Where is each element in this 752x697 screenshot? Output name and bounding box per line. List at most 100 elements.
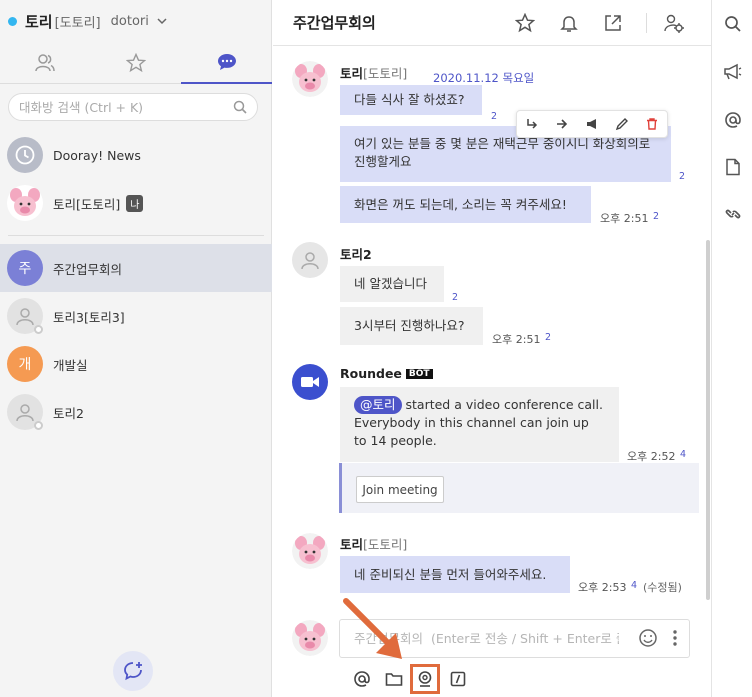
search-icon[interactable] [722, 13, 744, 35]
message-time: 오후 2:53 [578, 581, 627, 594]
link-icon[interactable] [722, 203, 744, 225]
message-sender: 토리[도토리] [340, 66, 408, 81]
room-label: 토리3[토리3] [53, 309, 125, 325]
meeting-card: Join meeting [339, 463, 699, 513]
default-user-avatar [7, 298, 43, 334]
favorite-star-icon[interactable] [514, 12, 536, 34]
offline-status-dot [34, 421, 43, 430]
message-bubble[interactable]: 네 알겠습니다 [340, 266, 444, 302]
announce-icon[interactable] [583, 115, 601, 133]
message-time: 오후 2:51 [492, 333, 541, 346]
video-camera-icon [301, 377, 319, 387]
join-meeting-button[interactable]: Join meeting [356, 476, 444, 503]
reply-icon[interactable] [523, 115, 541, 133]
room-item-weekly-meeting[interactable]: 주 주간업무회의 [0, 244, 272, 292]
popout-icon[interactable] [602, 12, 624, 34]
message-bubble[interactable]: 다들 식사 잘 하셨죠? [340, 85, 482, 115]
new-chat-icon [124, 662, 142, 681]
online-status-dot [8, 16, 17, 26]
unread-count: 2 [452, 292, 459, 303]
mention-tag[interactable]: @토리 [354, 396, 402, 414]
tab-chats[interactable] [181, 42, 273, 84]
star-icon [126, 52, 146, 72]
me-badge: 나 [126, 194, 144, 212]
default-user-avatar [7, 394, 43, 430]
offline-status-dot [34, 325, 43, 334]
room-initial-avatar: 개 [7, 346, 43, 382]
tab-favorites[interactable] [90, 42, 182, 84]
more-vertical-icon[interactable] [664, 627, 686, 649]
room-label: Dooray! News [53, 147, 141, 163]
roundee-bot-avatar[interactable] [292, 364, 328, 400]
message-sender: Roundee BOT [340, 366, 433, 381]
room-label: 토리2 [53, 405, 84, 421]
room-item-tori3[interactable]: 토리3[토리3] [0, 292, 272, 340]
delete-trash-icon[interactable] [643, 115, 661, 133]
my-avatar [292, 620, 328, 656]
message-bubble[interactable]: 3시부터 진행하나요? [340, 307, 483, 345]
unread-count: 2 [491, 111, 498, 122]
slash-command-icon[interactable] [447, 668, 469, 690]
emoji-icon[interactable] [637, 627, 659, 649]
room-item-dooray-news[interactable]: Dooray! News [0, 131, 272, 179]
forward-icon[interactable] [553, 115, 571, 133]
clock-icon [7, 137, 43, 173]
message-action-bar [516, 110, 668, 138]
header-separator [646, 13, 647, 33]
sidebar: 토리 [도토리] dotori Dooray! News [0, 0, 273, 697]
member-settings-icon[interactable] [663, 12, 685, 34]
chat-panel: 주간업무회의 토리[도토리] 2020.11.12 목요일 다들 식사 잘 하셨… [273, 0, 711, 697]
sidebar-divider [8, 235, 264, 236]
unread-count: 2 [679, 171, 686, 182]
new-chat-button[interactable] [113, 651, 153, 691]
room-item-dev[interactable]: 개 개발실 [0, 340, 272, 388]
default-user-avatar[interactable] [292, 242, 328, 278]
room-initial-avatar: 주 [7, 250, 43, 286]
room-search[interactable] [8, 93, 258, 121]
unread-count: 4 [631, 580, 638, 591]
date-tooltip: 2020.11.12 목요일 [428, 70, 540, 86]
tab-members[interactable] [0, 42, 91, 84]
user-id: dotori [110, 13, 149, 29]
room-label: 개발실 [53, 357, 88, 373]
edit-pencil-icon[interactable] [613, 115, 631, 133]
folder-icon[interactable] [383, 668, 405, 690]
piglet-avatar [7, 185, 43, 221]
message-time: 오후 2:52 [627, 450, 676, 463]
room-item-self[interactable]: 토리[도토리] 나 [0, 179, 272, 227]
user-tag: [도토리] [54, 15, 101, 31]
piglet-avatar[interactable] [292, 533, 328, 569]
file-icon[interactable] [722, 156, 744, 178]
chevron-down-icon[interactable] [157, 16, 167, 26]
bell-icon[interactable] [558, 12, 580, 34]
unread-count: 2 [653, 211, 660, 222]
search-icon [233, 100, 247, 114]
user-status-header[interactable]: 토리 [도토리] dotori [0, 0, 272, 42]
sidebar-tabs [0, 42, 273, 84]
mention-at-icon[interactable] [351, 668, 373, 690]
piglet-avatar[interactable] [292, 61, 328, 97]
message-sender: 토리2 [340, 247, 372, 262]
message-bubble[interactable]: 화면은 꺼도 되는데, 소리는 꼭 켜주세요! [340, 186, 591, 223]
chat-bubble-icon [217, 54, 236, 70]
bot-message-bubble[interactable]: @토리 started a video conference call. Eve… [340, 387, 619, 462]
user-name: 토리 [25, 12, 53, 31]
right-rail [711, 0, 752, 697]
unread-count: 4 [680, 449, 687, 460]
chat-title: 주간업무회의 [293, 14, 376, 32]
edited-label: (수정됨) [643, 581, 682, 594]
room-item-tori2[interactable]: 토리2 [0, 388, 272, 436]
room-search-input[interactable] [19, 99, 233, 115]
message-time: 오후 2:51 [600, 212, 649, 225]
mention-at-icon[interactable] [722, 109, 744, 131]
annotation-arrow [343, 598, 402, 659]
message-sender: 토리[도토리] [340, 537, 408, 552]
room-label: 주간업무회의 [53, 261, 123, 277]
messenger-app: 토리 [도토리] dotori Dooray! News [0, 0, 752, 697]
message-bubble[interactable]: 네 준비되신 분들 먼저 들어와주세요. [340, 556, 570, 593]
people-icon [35, 53, 56, 71]
bot-badge: BOT [405, 369, 433, 379]
chat-scrollbar[interactable] [706, 240, 710, 600]
room-label: 토리[도토리] [53, 196, 121, 212]
megaphone-icon[interactable] [722, 61, 744, 83]
